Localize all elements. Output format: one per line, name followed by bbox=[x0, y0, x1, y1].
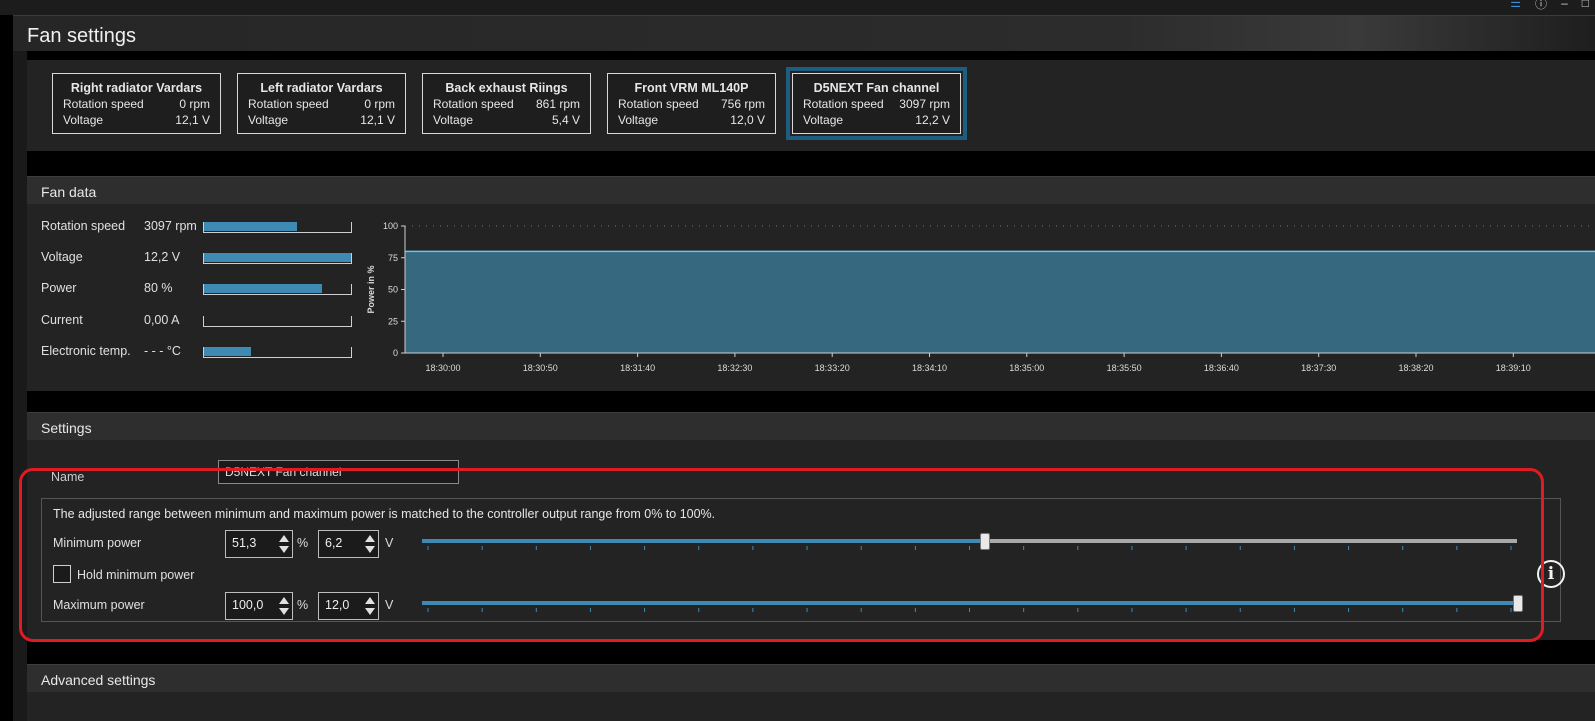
fan-card-name: Right radiator Vardars bbox=[70, 81, 203, 95]
window-controls: ☰ ⓘ – □ bbox=[1510, 0, 1589, 12]
rotation-value: 861 rpm bbox=[535, 97, 580, 111]
maximize-icon[interactable]: □ bbox=[1582, 0, 1589, 10]
voltage-value: 12,1 V bbox=[175, 113, 210, 127]
voltage-value: 12,0 V bbox=[730, 113, 765, 127]
y-tick-label: 0 bbox=[393, 348, 398, 358]
fan-card[interactable]: Right radiator Vardars Rotation speed 0 r… bbox=[52, 73, 221, 134]
fan-card-name: Left radiator Vardars bbox=[260, 81, 383, 95]
minimize-icon[interactable]: – bbox=[1561, 0, 1568, 10]
x-tick-label: 18:35:00 bbox=[1009, 363, 1044, 373]
title-bar: Fan settings bbox=[13, 15, 1595, 51]
power-chart: 0 25 50 75 100 Power in % 18:30:00 18:30:50 18:3… bbox=[366, 221, 1595, 373]
top-bar: ☰ ⓘ – □ bbox=[0, 0, 1595, 15]
rotation-label: Rotation speed bbox=[618, 97, 699, 111]
fan-card-selected[interactable]: D5NEXT Fan channel Rotation speed 3097 rp… bbox=[786, 67, 967, 140]
rotation-label: Rotation speed bbox=[433, 97, 514, 111]
fan-data-body: Rotation speed 3097 rpm Voltage 12,2 V P… bbox=[27, 204, 1595, 391]
fan-card[interactable]: Back exhaust Riings Rotation speed 861 rp… bbox=[422, 73, 591, 134]
voltage-label: Voltage bbox=[248, 113, 289, 127]
y-tick-label: 75 bbox=[388, 253, 398, 263]
rotation-value: 3097 rpm bbox=[899, 97, 950, 111]
more-options-icon[interactable]: ⋮ bbox=[1591, 177, 1595, 191]
fan-card[interactable]: Front VRM ML140P Rotation speed 756 rpm V… bbox=[607, 73, 776, 134]
page-title: Fan settings bbox=[27, 25, 136, 47]
y-tick-label: 50 bbox=[388, 285, 398, 295]
voltage-value: 12,1 V bbox=[360, 113, 395, 127]
fan-data-title: Fan data bbox=[41, 184, 97, 200]
x-tick-label: 18:32:30 bbox=[717, 363, 752, 373]
rotation-value: 756 rpm bbox=[720, 97, 765, 111]
fan-card-name: D5NEXT Fan channel bbox=[813, 81, 940, 95]
more-options-icon[interactable]: ⋮ bbox=[1591, 413, 1595, 427]
fan-card[interactable]: Left radiator Vardars Rotation speed 0 rp… bbox=[237, 73, 406, 134]
y-tick-label: 25 bbox=[388, 316, 398, 326]
x-tick-label: 18:36:40 bbox=[1204, 363, 1239, 373]
voltage-label: Voltage bbox=[618, 113, 659, 127]
x-tick-label: 18:30:00 bbox=[425, 363, 460, 373]
x-tick-label: 18:38:20 bbox=[1398, 363, 1433, 373]
rotation-value: 0 rpm bbox=[179, 97, 210, 111]
fan-data-header[interactable]: Fan data ⋮ bbox=[27, 176, 1595, 205]
voltage-label: Voltage bbox=[63, 113, 104, 127]
settings-title: Settings bbox=[41, 420, 92, 436]
highlight-annotation bbox=[19, 468, 1544, 642]
x-tick-label: 18:35:50 bbox=[1107, 363, 1142, 373]
fan-card-name: Front VRM ML140P bbox=[634, 81, 749, 95]
x-tick-label: 18:30:50 bbox=[523, 363, 558, 373]
fan-card-name: Back exhaust Riings bbox=[445, 81, 568, 95]
fan-cards-panel: Right radiator Vardars Rotation speed 0 r… bbox=[27, 60, 1595, 151]
voltage-value: 12,2 V bbox=[915, 113, 950, 127]
x-tick-label: 18:39:10 bbox=[1496, 363, 1531, 373]
rotation-label: Rotation speed bbox=[63, 97, 144, 111]
rotation-value: 0 rpm bbox=[364, 97, 395, 111]
x-tick-label: 18:31:40 bbox=[620, 363, 655, 373]
y-axis-label: Power in % bbox=[366, 265, 376, 313]
voltage-label: Voltage bbox=[803, 113, 844, 127]
info-icon[interactable]: ⓘ bbox=[1535, 0, 1547, 12]
rotation-label: Rotation speed bbox=[248, 97, 329, 111]
voltage-value: 5,4 V bbox=[551, 113, 580, 127]
advanced-settings-body bbox=[27, 692, 1595, 721]
settings-header[interactable]: Settings ⋮ bbox=[27, 412, 1595, 441]
layers-icon[interactable]: ☰ bbox=[1510, 0, 1521, 10]
advanced-settings-header[interactable]: Advanced settings bbox=[27, 664, 1595, 693]
voltage-label: Voltage bbox=[433, 113, 474, 127]
advanced-settings-title: Advanced settings bbox=[41, 672, 156, 688]
x-tick-label: 18:37:30 bbox=[1301, 363, 1336, 373]
y-tick-label: 100 bbox=[383, 221, 398, 231]
power-area bbox=[405, 251, 1595, 353]
rotation-label: Rotation speed bbox=[803, 97, 884, 111]
x-tick-label: 18:33:20 bbox=[815, 363, 850, 373]
x-tick-label: 18:34:10 bbox=[912, 363, 947, 373]
